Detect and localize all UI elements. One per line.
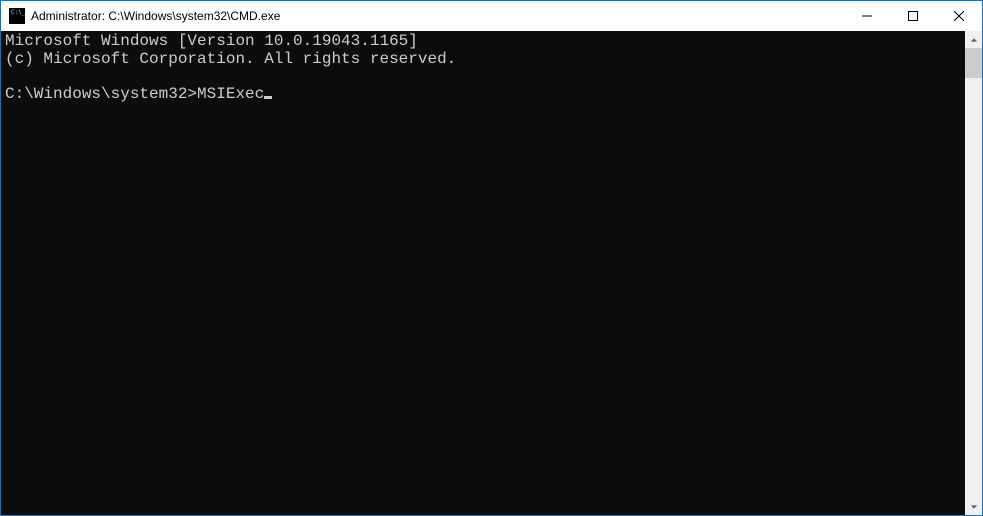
window-controls xyxy=(844,1,982,31)
scroll-thumb[interactable] xyxy=(965,48,982,78)
titlebar[interactable]: Administrator: C:\Windows\system32\CMD.e… xyxy=(1,1,982,31)
maximize-button[interactable] xyxy=(890,1,936,31)
console-output[interactable]: Microsoft Windows [Version 10.0.19043.11… xyxy=(1,31,965,515)
scroll-up-button[interactable] xyxy=(965,31,982,48)
chevron-down-icon xyxy=(970,503,978,511)
command-input[interactable]: MSIExec xyxy=(197,85,264,103)
minimize-icon xyxy=(862,11,872,21)
prompt: C:\Windows\system32> xyxy=(5,85,197,103)
scroll-down-button[interactable] xyxy=(965,498,982,515)
chevron-up-icon xyxy=(970,36,978,44)
cmd-window: Administrator: C:\Windows\system32\CMD.e… xyxy=(1,1,982,515)
cursor-icon xyxy=(264,96,272,99)
scroll-track[interactable] xyxy=(965,48,982,498)
maximize-icon xyxy=(908,11,918,21)
cmd-icon xyxy=(9,8,25,24)
console-area: Microsoft Windows [Version 10.0.19043.11… xyxy=(1,31,982,515)
close-icon xyxy=(954,11,964,21)
vertical-scrollbar[interactable] xyxy=(965,31,982,515)
minimize-button[interactable] xyxy=(844,1,890,31)
version-line: Microsoft Windows [Version 10.0.19043.11… xyxy=(5,32,418,50)
window-title: Administrator: C:\Windows\system32\CMD.e… xyxy=(31,9,844,23)
copyright-line: (c) Microsoft Corporation. All rights re… xyxy=(5,50,456,68)
close-button[interactable] xyxy=(936,1,982,31)
